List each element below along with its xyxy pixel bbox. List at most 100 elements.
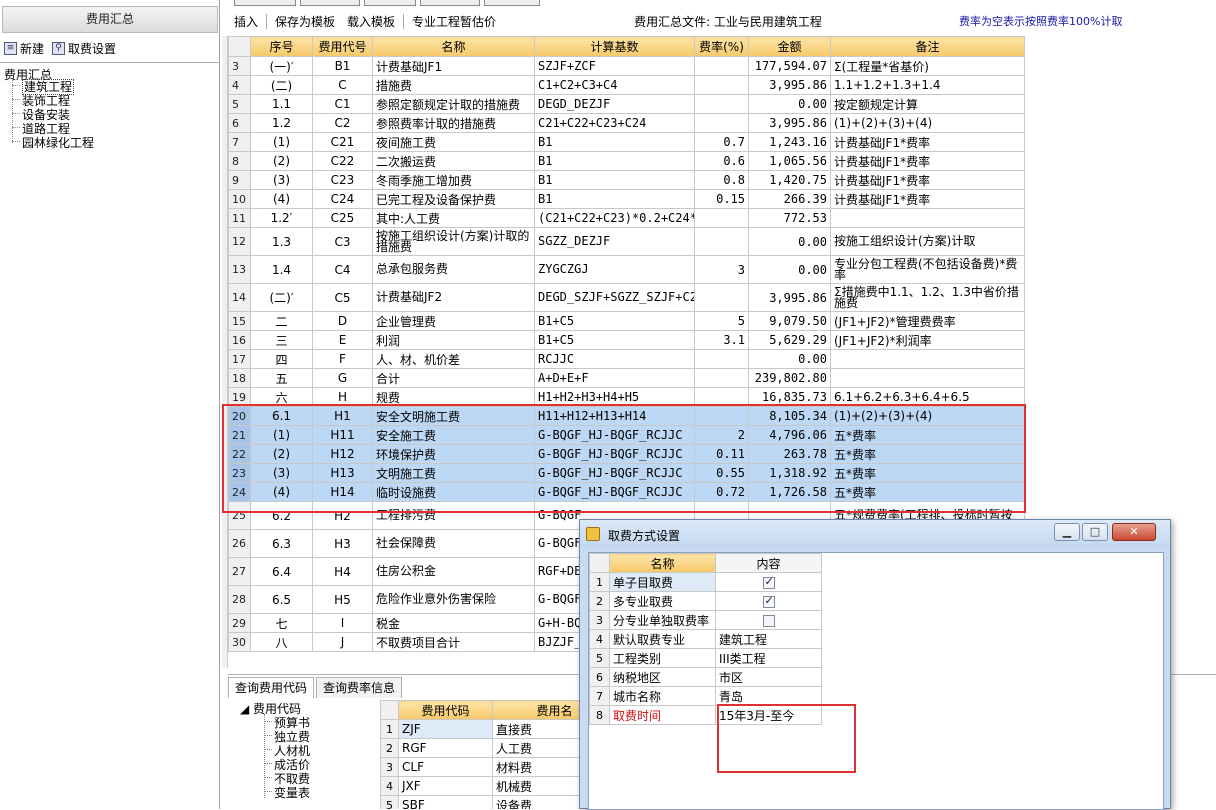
code-row[interactable]: 3 CLF 材料费 [380,757,590,777]
cell-name[interactable]: 二次搬运费 [372,151,535,171]
fee-row[interactable]: 18 五 G 合计 A+D+E+F 239,802.80 [228,368,1025,388]
cell-code[interactable]: C3 [312,227,373,256]
cell-seq[interactable]: (4) [250,189,313,209]
cell-amount[interactable]: 5,629.29 [748,330,831,350]
cell-seq[interactable]: 6.4 [250,557,313,586]
top-tab-4[interactable] [420,0,480,6]
tab-query-rate-info[interactable]: 查询费率信息 [316,677,403,698]
fee-row[interactable]: 20 6.1 H1 安全文明施工费 H11+H12+H13+H14 8,105.34 (1)… [228,406,1025,426]
fee-row[interactable]: 12 1.3 C3 按施工组织设计(方案)计取的措施费 SGZZ_DEZJF 0.00 按施… [228,227,1025,256]
cell-rate[interactable] [694,349,749,369]
cell-note[interactable]: Σ措施费中1.1、1.2、1.3中省价措施费 [830,283,1025,312]
fee-row[interactable]: 8 (2) C22 二次搬运费 B1 0.6 1,065.56 计费基础JF1*费率 [228,151,1025,171]
code-row[interactable]: 4 JXF 机械费 [380,776,590,796]
fee-row[interactable]: 4 (二) C 措施费 C1+C2+C3+C4 3,995.86 1.1+1.2+1.3+1… [228,75,1025,95]
cell-amount[interactable]: 4,796.06 [748,425,831,445]
cell-note[interactable]: 6.1+6.2+6.3+6.4+6.5 [830,387,1025,407]
minimize-button[interactable]: ▁ [1054,523,1080,541]
cell-fee-name[interactable]: 直接费 [492,719,590,739]
cell-name[interactable]: 参照定额规定计取的措施费 [372,94,535,114]
cell-amount[interactable]: 9,079.50 [748,311,831,331]
fee-row[interactable]: 9 (3) C23 冬雨季施工增加费 B1 0.8 1,420.75 计费基础JF1*费率 [228,170,1025,190]
cell-name[interactable]: 措施费 [372,75,535,95]
cell-amount[interactable]: 3,995.86 [748,113,831,133]
cell-base[interactable]: G-BQGF_HJ-BQGF_RCJJC [534,444,695,464]
insert-button[interactable]: 插入 [228,13,264,30]
cell-base[interactable]: B1 [534,132,695,152]
cell-rate[interactable]: 0.11 [694,444,749,464]
cell-name[interactable]: 已完工程及设备保护费 [372,189,535,209]
cell-code[interactable]: H14 [312,482,373,502]
cell-amount[interactable]: 0.00 [748,94,831,114]
cell-name[interactable]: 利润 [372,330,535,350]
cell-fee-code[interactable]: SBF [398,795,493,809]
cell-code[interactable]: C25 [312,208,373,228]
cell-rate[interactable]: 3.1 [694,330,749,350]
cell-rate[interactable] [694,283,749,312]
checkbox-unchecked[interactable] [762,614,775,627]
cell-code[interactable]: C2 [312,113,373,133]
cell-seq[interactable]: 6.5 [250,585,313,614]
cell-code[interactable]: C [312,75,373,95]
cell-code[interactable]: C4 [312,255,373,284]
cell-code[interactable]: G [312,368,373,388]
fee-row[interactable]: 111.2′C25其中:人工费(C21+C22+C23)*0.2+C24*0.1… [228,208,1025,228]
cell-base[interactable]: B1+C5 [534,330,695,350]
cell-note[interactable]: 按施工组织设计(方案)计取 [830,227,1025,256]
cell-seq[interactable]: (二)′ [250,283,313,312]
cell-rate[interactable]: 3 [694,255,749,284]
setting-value[interactable]: 市区 [715,667,822,687]
cell-rate[interactable]: 2 [694,425,749,445]
fee-row[interactable]: 22 (2) H12 环境保护费 G-BQGF_HJ-BQGF_RCJJC 0.11 263… [228,444,1025,464]
fee-row[interactable]: 21 (1) H11 安全施工费 G-BQGF_HJ-BQGF_RCJJC 2 4,796.… [228,425,1025,445]
cell-amount[interactable]: 16,835.73 [748,387,831,407]
cell-seq[interactable]: (3) [250,170,313,190]
cell-name[interactable]: 总承包服务费 [372,255,535,284]
cell-note[interactable]: 计费基础JF1*费率 [830,151,1025,171]
code-row[interactable]: 1 ZJF 直接费 [380,719,590,739]
cell-amount[interactable]: 266.39 [748,189,831,209]
cell-note[interactable]: 五*费率 [830,444,1025,464]
col-header-note[interactable]: 备注 [830,36,1025,57]
cell-fee-name[interactable]: 材料费 [492,757,590,777]
setting-checkbox-cell[interactable] [715,572,822,592]
cell-seq[interactable]: 6.2 [250,501,313,530]
setting-row[interactable]: 7 城市名称 青岛 [589,686,822,706]
fee-row[interactable]: 17 四 F 人、材、机价差 RCJJC 0.00 [228,349,1025,369]
setting-checkbox-cell[interactable] [715,591,822,611]
fee-row[interactable]: 16 三 E 利润 B1+C5 3.1 5,629.29 (JF1+JF2)*利润率 [228,330,1025,350]
cell-note[interactable]: 专业分包工程费(不包括设备费)*费率 [830,255,1025,284]
cell-name[interactable]: 危险作业意外伤害保险 [372,585,535,614]
code-row[interactable]: 2 RGF 人工费 [380,738,590,758]
cell-name[interactable]: 其中:人工费 [372,208,535,228]
col-header-seq[interactable]: 序号 [250,36,313,57]
cell-code[interactable]: H1 [312,406,373,426]
cell-code[interactable]: C23 [312,170,373,190]
cell-amount[interactable]: 1,065.56 [748,151,831,171]
cell-code[interactable]: H12 [312,444,373,464]
cell-code[interactable]: C5 [312,283,373,312]
fee-row[interactable]: 19 六 H 规费 H1+H2+H3+H4+H5 16,835.73 6.1+6.2+6.3… [228,387,1025,407]
top-tab-2[interactable] [300,0,360,6]
cell-seq[interactable]: 七 [250,613,313,633]
cell-amount[interactable]: 239,802.80 [748,368,831,388]
code-col-header-name[interactable]: 费用名 [492,700,590,720]
cell-seq[interactable]: (一)′ [250,56,313,76]
cell-seq[interactable]: (3) [250,463,313,483]
cell-fee-code[interactable]: JXF [398,776,493,796]
cell-code[interactable]: H3 [312,529,373,558]
cell-code[interactable]: D [312,311,373,331]
cell-base[interactable]: (C21+C22+C23)*0.2+C24*0.1 [534,208,695,228]
cell-base[interactable]: G-BQGF_HJ-BQGF_RCJJC [534,463,695,483]
fee-row[interactable]: 3 (一)′ B1 计费基础JF1 SZJF+ZCF 177,594.07 Σ(工程量*省基… [228,56,1025,76]
cell-rate[interactable]: 0.8 [694,170,749,190]
cell-seq[interactable]: 1.1 [250,94,313,114]
setting-value[interactable]: 建筑工程 [715,629,822,649]
cell-note[interactable] [830,349,1025,369]
cell-base[interactable]: SZJF+ZCF [534,56,695,76]
cell-seq[interactable]: (2) [250,151,313,171]
load-template-button[interactable]: 载入模板 [341,13,401,30]
cell-amount[interactable]: 8,105.34 [748,406,831,426]
cell-note[interactable]: 五*费率 [830,425,1025,445]
cell-seq[interactable]: 五 [250,368,313,388]
